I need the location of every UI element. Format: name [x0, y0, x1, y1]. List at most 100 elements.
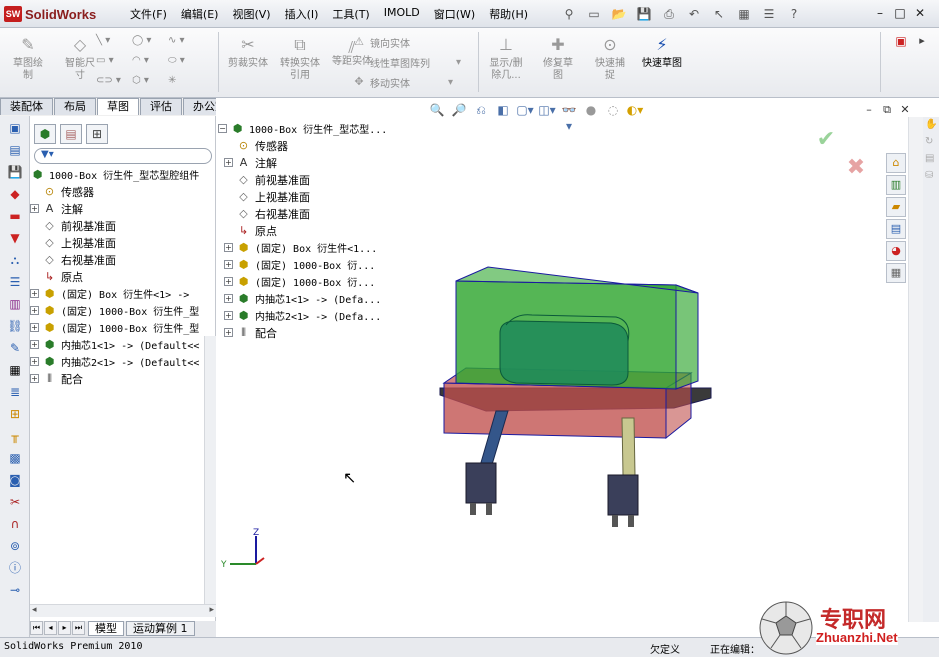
expand-icon[interactable]: + [30, 306, 39, 315]
assembly-model-view[interactable] [436, 263, 726, 553]
gfx-item[interactable]: ↳ 原点 [224, 222, 387, 239]
spline-icon[interactable]: ∿ ▾ [168, 30, 204, 50]
expand-icon[interactable]: + [30, 374, 39, 383]
scroll-right-icon[interactable]: ▸ [209, 605, 214, 615]
expand-icon[interactable]: + [30, 357, 39, 366]
stack-icon[interactable]: ⛁ [925, 170, 937, 181]
app-logo[interactable]: SW SolidWorks [4, 4, 114, 24]
graphics-scrollbar[interactable] [908, 117, 923, 622]
close-icon[interactable]: ✕ [896, 103, 914, 117]
appearance-icon[interactable]: ● [582, 102, 600, 118]
insert-icon[interactable]: ⊞ [6, 405, 24, 423]
layer-icon[interactable]: ▤ [925, 153, 937, 164]
fm-item[interactable]: + ⬢ 内抽芯1<1> -> (Default<< [30, 336, 199, 353]
table-icon[interactable]: ▦ [6, 361, 24, 379]
expand-icon[interactable]: + [224, 294, 233, 303]
search-icon[interactable]: ⊚ [6, 537, 24, 555]
cut-icon[interactable]: ✂ [6, 493, 24, 511]
expand-icon[interactable]: + [30, 204, 39, 213]
print-icon[interactable]: ⎙ [660, 5, 678, 23]
confirm-check-icon[interactable]: ✔ [814, 128, 838, 152]
gfx-item[interactable]: ◇ 前视基准面 [224, 171, 387, 188]
property-tab-icon[interactable]: ▤ [60, 124, 82, 144]
save-icon[interactable]: 💾 [6, 163, 24, 181]
arc-icon[interactable]: ◠ ▾ [132, 50, 168, 70]
menu-insert[interactable]: 插入(I) [285, 6, 319, 22]
config-tab-icon[interactable]: ⊞ [86, 124, 108, 144]
previous-view-icon[interactable]: ⎌ [472, 102, 490, 118]
display-style-icon[interactable]: ◫▾ [538, 102, 556, 118]
repair-button[interactable]: ✚ 修复草图 [532, 34, 584, 82]
move-button[interactable]: ✥ 移动实体 ▾ [352, 72, 461, 92]
tab-motion-study[interactable]: 运动算例 1 [126, 621, 195, 636]
menu-file[interactable]: 文件(F) [130, 6, 167, 22]
view-orientation-icon[interactable]: ▢▾ [516, 102, 534, 118]
tree-filter[interactable]: ▼▾ [34, 148, 212, 164]
link-icon[interactable]: ⊸ [6, 581, 24, 599]
close-icon[interactable]: ✕ [910, 4, 930, 22]
pin-icon[interactable]: ⚲ [560, 5, 578, 23]
collapse-icon[interactable]: − [218, 124, 227, 133]
magnet-icon[interactable]: ∩ [6, 515, 24, 533]
gfx-item[interactable]: + ⬢ (固定) 1000-Box 衍... [224, 273, 387, 290]
expand-icon[interactable]: + [30, 340, 39, 349]
section-view-icon[interactable]: ◧ [494, 102, 512, 118]
convert-button[interactable]: ⧉ 转换实体引用 [274, 34, 326, 82]
prev-tab-icon[interactable]: ◂ [44, 621, 57, 635]
ellipse-icon[interactable]: ⬭ ▾ [168, 50, 204, 70]
pan-icon[interactable]: ✋ [925, 119, 937, 130]
mirror-button[interactable]: ⚠ 镜向实体 [352, 32, 461, 52]
restore-icon[interactable]: ⧉ [878, 103, 896, 117]
options-icon[interactable]: ☰ [760, 5, 778, 23]
slot-icon[interactable]: ⊂⊃ ▾ [96, 70, 132, 90]
scroll-left-icon[interactable]: ◂ [32, 605, 37, 615]
quick-snap-button[interactable]: ⊙ 快速捕捉 [584, 34, 636, 82]
gfx-item[interactable]: + ⬢ (固定) Box 衍生件<1... [224, 239, 387, 256]
tab-layout[interactable]: 布局 [54, 98, 96, 115]
tab-assembly[interactable]: 装配体 [0, 98, 53, 115]
fm-item[interactable]: ◇ 右视基准面 [30, 251, 199, 268]
rotate-icon[interactable]: ↻ [925, 136, 937, 147]
undo-icon[interactable]: ↶ [685, 5, 703, 23]
expand-icon[interactable]: + [224, 311, 233, 320]
new-icon[interactable]: ▭ [585, 5, 603, 23]
view-palette-icon[interactable]: ▤ [886, 219, 906, 239]
palette-icon[interactable]: ▣ [890, 34, 912, 52]
fm-item[interactable]: ↳ 原点 [30, 268, 199, 285]
appearances-icon[interactable]: ◕ [886, 241, 906, 261]
line-icon[interactable]: ╲ ▾ [96, 30, 132, 50]
point-icon[interactable]: ✳ [168, 70, 204, 90]
menu-edit[interactable]: 编辑(E) [181, 6, 219, 22]
library-icon[interactable]: ▥ [886, 175, 906, 195]
menu-help[interactable]: 帮助(H) [489, 6, 528, 22]
expand-icon[interactable]: + [30, 323, 39, 332]
gfx-item[interactable]: + ⬢ 内抽芯1<1> -> (Defa... [224, 290, 387, 307]
gfx-item[interactable]: ◇ 上视基准面 [224, 188, 387, 205]
fm-item[interactable]: + ⫴ 配合 [30, 370, 199, 387]
linear-pattern-button[interactable]: ⁘ 线性草图阵列 ▾ [352, 52, 461, 72]
maximize-icon[interactable]: □ [890, 4, 910, 22]
home-icon[interactable]: ⌂ [886, 153, 906, 173]
fm-item[interactable]: + ⬢ (固定) 1000-Box 衍生件_型 [30, 302, 199, 319]
tab-evaluate[interactable]: 评估 [140, 98, 182, 115]
gfx-item[interactable]: + A 注解 [224, 154, 387, 171]
expand-icon[interactable]: + [224, 243, 233, 252]
custom-props-icon[interactable]: ▦ [886, 263, 906, 283]
gfx-item[interactable]: + ⫴ 配合 [224, 324, 387, 341]
camera-icon[interactable]: ◙ [6, 471, 24, 489]
gfx-item[interactable]: ◇ 右视基准面 [224, 205, 387, 222]
expand-icon[interactable]: + [30, 289, 39, 298]
rectangle-icon[interactable]: ▭ ▾ [96, 50, 132, 70]
tree-root[interactable]: ⬢ 1000-Box 衍生件_型芯型腔组件 [30, 166, 200, 183]
folder-icon[interactable]: ▰ [886, 197, 906, 217]
gfx-tree-root[interactable]: − ⬢ 1000-Box 衍生件_型芯型... [218, 120, 387, 137]
expand-icon[interactable]: + [224, 158, 233, 167]
zoom-area-icon[interactable]: 🔎 [450, 102, 468, 118]
minimize-icon[interactable]: – [870, 4, 890, 22]
expand-icon[interactable]: + [224, 277, 233, 286]
tree-scrollbar[interactable] [204, 336, 216, 616]
fm-item[interactable]: ⊙ 传感器 [30, 183, 199, 200]
polygon-icon[interactable]: ⬡ ▾ [132, 70, 168, 90]
fm-item[interactable]: ◇ 上视基准面 [30, 234, 199, 251]
menu-window[interactable]: 窗口(W) [434, 6, 475, 22]
